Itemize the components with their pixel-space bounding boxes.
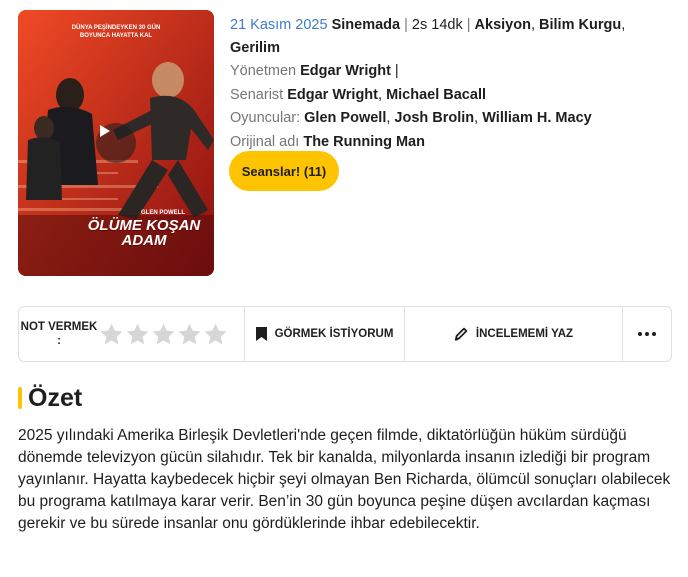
summary-heading: Özet [18, 383, 82, 413]
poster-title: ÖLÜME KOŞAN ADAM [87, 217, 201, 249]
cast-label: Oyuncular: [230, 110, 301, 126]
heading-accent-bar [18, 387, 22, 409]
meta-row: 21 Kasım 2025 Sinemada | 2s 14dk | Aksiy… [230, 17, 626, 56]
release-status: Sinemada [331, 17, 401, 33]
star-icon[interactable] [203, 322, 228, 347]
write-review-button[interactable]: İNCELEMEMİ YAZ [405, 307, 623, 361]
star-icon[interactable] [99, 322, 124, 347]
genre-link[interactable]: Bilim Kurgu [539, 17, 621, 33]
pencil-icon [454, 327, 468, 341]
director-row: Yönetmen Edgar Wright | [230, 63, 399, 79]
writer-link[interactable]: Michael Bacall [386, 87, 486, 103]
movie-info: 21 Kasım 2025 Sinemada | 2s 14dk | Aksiy… [230, 14, 650, 154]
star-icon[interactable] [151, 322, 176, 347]
writer-label: Senarist [230, 86, 284, 103]
rate-label: NOT VERMEK : [20, 321, 98, 347]
watchlist-button[interactable]: GÖRMEK İSTİYORUM [245, 307, 405, 361]
writer-row: Senarist Edgar Wright, Michael Bacall [230, 86, 486, 103]
play-icon [100, 125, 110, 137]
bookmark-icon [255, 327, 267, 341]
writer-link[interactable]: Edgar Wright [287, 87, 378, 103]
genre-link[interactable]: Aksiyon [475, 17, 531, 33]
director-link[interactable]: Edgar Wright [300, 63, 391, 79]
summary-text: 2025 yılındaki Amerika Birleşik Devletle… [18, 427, 671, 532]
original-title: The Running Man [303, 133, 425, 150]
sessions-button[interactable]: Seanslar! (11) [229, 151, 339, 191]
more-dots-icon [638, 332, 656, 336]
summary-title: Özet [28, 383, 83, 412]
watchlist-label: GÖRMEK İSTİYORUM [274, 328, 394, 340]
original-title-row: Orijinal adı The Running Man [230, 131, 650, 154]
movie-poster[interactable]: DÜNYA PEŞİNDEYKEN 30 GÜN BOYUNCA HAYATTA… [18, 10, 214, 276]
genre-link[interactable]: Gerilim [230, 40, 280, 56]
cast-link[interactable]: Glen Powell [304, 110, 386, 126]
cast-link[interactable]: William H. Macy [482, 110, 591, 126]
duration: 2s 14dk [411, 17, 463, 33]
poster-tagline: DÜNYA PEŞİNDEYKEN 30 GÜN BOYUNCA HAYATTA… [71, 25, 161, 39]
review-label: İNCELEMEMİ YAZ [475, 328, 574, 340]
star-rating[interactable] [99, 322, 228, 347]
rating-section: NOT VERMEK : [19, 307, 245, 361]
poster-actor-name: GLEN POWELL [141, 210, 185, 216]
cast-row: Oyuncular: Glen Powell, Josh Brolin, Wil… [230, 110, 592, 126]
star-icon[interactable] [125, 322, 150, 347]
cast-link[interactable]: Josh Brolin [394, 110, 474, 126]
director-label: Yönetmen [230, 63, 297, 79]
more-options-button[interactable] [623, 307, 671, 361]
release-date[interactable]: 21 Kasım 2025 [230, 17, 328, 33]
star-icon[interactable] [177, 322, 202, 347]
action-bar: NOT VERMEK : GÖRMEK İSTİYORUM İNCELEMEMİ… [18, 306, 672, 362]
play-trailer-button[interactable] [96, 123, 136, 163]
original-title-label: Orijinal adı [230, 133, 300, 150]
